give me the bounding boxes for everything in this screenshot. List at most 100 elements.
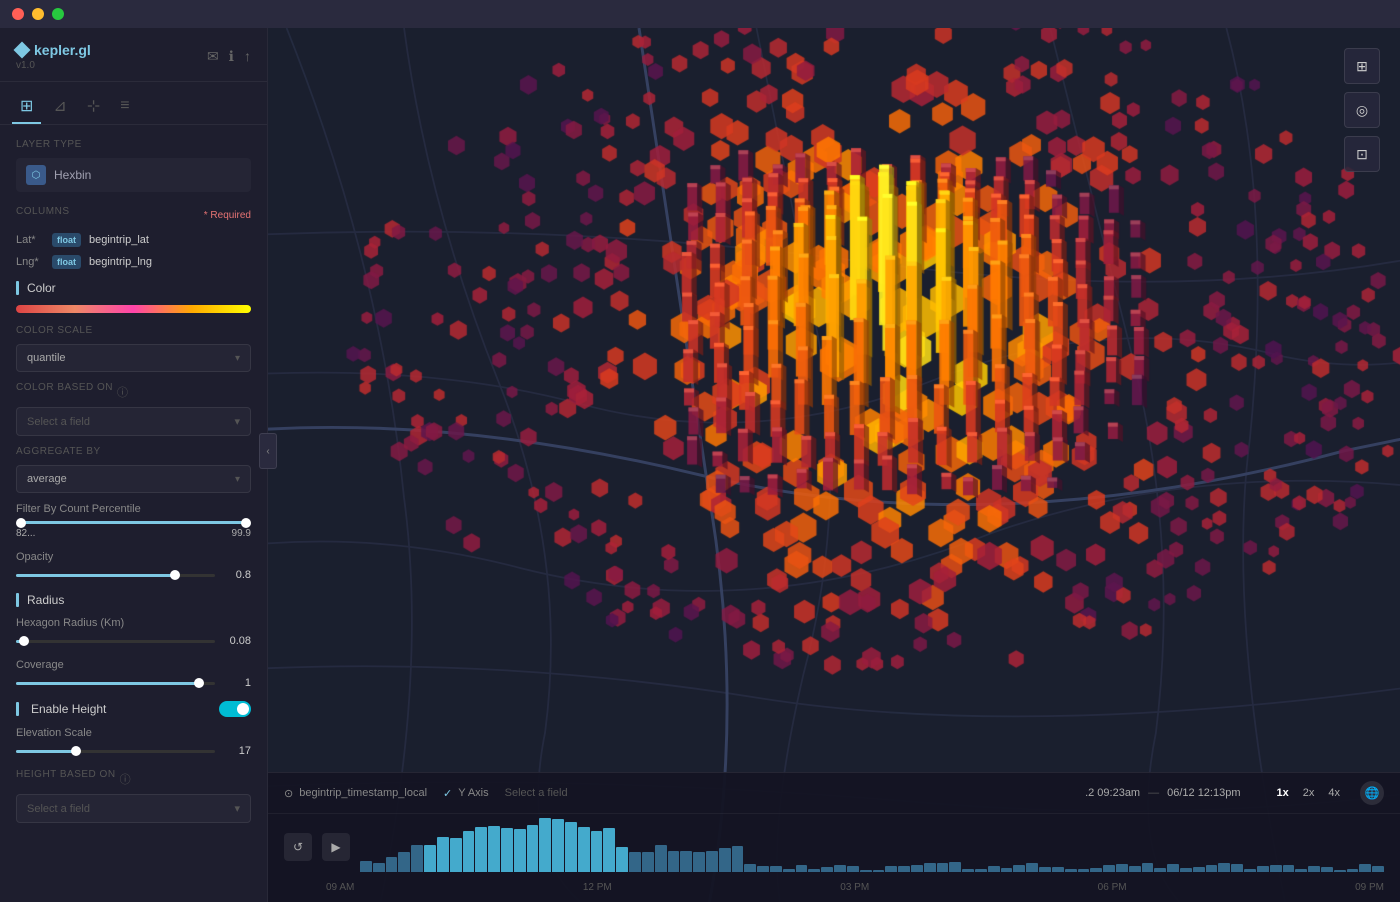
speed-1x-button[interactable]: 1x [1273, 785, 1293, 801]
opacity-thumb[interactable] [170, 570, 180, 580]
tab-map[interactable]: ≡ [112, 90, 137, 124]
tab-layers[interactable]: ⊞ [12, 90, 41, 124]
enable-height-label: Enable Height [31, 702, 106, 716]
histogram-bar [1026, 863, 1038, 873]
histogram-bar [873, 870, 885, 873]
timeline-time-range: .2 09:23am — 06/12 12:13pm [1085, 787, 1240, 799]
y-axis-select[interactable]: Select a field [505, 787, 568, 799]
histogram-bar [360, 861, 372, 873]
required-label: * Required [204, 210, 251, 221]
histogram-bar [578, 827, 590, 872]
hex-radius-section: Hexagon Radius (Km) 0.08 [16, 617, 251, 647]
speed-4x-button[interactable]: 4x [1324, 785, 1344, 801]
sidebar-collapse-button[interactable]: ‹ [259, 433, 277, 469]
color-section-label: Color [27, 281, 56, 295]
histogram-bar [1090, 868, 1102, 873]
elevation-scale-section: Elevation Scale 17 [16, 727, 251, 757]
opacity-section: Opacity 0.8 [16, 551, 251, 581]
timeline-controls-row: ↺ ▶ [268, 814, 1400, 880]
sidebar: kepler.gl v1.0 ✉ ℹ ↑ ⊞ ⊿ ⊹ ≡ Layer Type … [0, 28, 268, 902]
timeline-start-time: .2 09:23am [1085, 787, 1140, 799]
minimize-button[interactable] [32, 8, 44, 20]
color-gradient-bar[interactable] [16, 305, 251, 313]
histogram-bar [719, 848, 731, 872]
hex-radius-thumb[interactable] [19, 636, 29, 646]
layer-type-row[interactable]: ⬡ Hexbin [16, 158, 251, 192]
aggregate-by-label: Aggregate By [16, 446, 251, 457]
coverage-thumb[interactable] [194, 678, 204, 688]
opacity-label: Opacity [16, 551, 251, 563]
elevation-thumb[interactable] [71, 746, 81, 756]
play-button[interactable]: ▶ [322, 833, 350, 861]
filter-count-thumb-min[interactable] [16, 518, 26, 528]
radius-section-divider: Radius [16, 593, 251, 607]
histogram-bar [1039, 867, 1051, 872]
histogram-bar [1078, 869, 1090, 872]
histogram-bar [937, 863, 949, 872]
opacity-track[interactable] [16, 574, 215, 577]
clock-icon: ⊙ [284, 787, 293, 800]
histogram-bar [757, 866, 769, 873]
columns-header: Columns * Required [16, 206, 251, 225]
aggregate-by-dropdown[interactable]: average ▾ [16, 465, 251, 493]
filter-count-thumb-max[interactable] [241, 518, 251, 528]
map-layers-icon[interactable]: ⊡ [1344, 136, 1380, 172]
histogram-bar [911, 865, 923, 872]
info-icon[interactable]: ℹ [229, 48, 234, 65]
lng-field-value[interactable]: begintrip_lng [89, 256, 152, 268]
timeline-end-time: 06/12 12:13pm [1167, 787, 1240, 799]
filter-count-label: Filter By Count Percentile [16, 503, 251, 515]
enable-height-toggle[interactable] [219, 701, 251, 717]
hex-radius-track[interactable] [16, 640, 215, 643]
elevation-scale-value: 17 [223, 745, 251, 757]
histogram-bar [924, 863, 936, 873]
maximize-button[interactable] [52, 8, 64, 20]
close-button[interactable] [12, 8, 24, 20]
histogram-bar [1244, 869, 1256, 872]
coverage-slider-row: 1 [16, 677, 251, 689]
histogram-bar [552, 819, 564, 873]
tab-filters[interactable]: ⊿ [45, 90, 74, 124]
tab-interactions[interactable]: ⊹ [79, 90, 108, 124]
filter-count-track[interactable] [16, 521, 251, 524]
chevron-down-icon: ▾ [235, 353, 240, 364]
coverage-track[interactable] [16, 682, 215, 685]
elevation-track[interactable] [16, 750, 215, 753]
enable-height-row: Enable Height [31, 701, 251, 717]
lat-field-value[interactable]: begintrip_lat [89, 234, 149, 246]
app-version: v1.0 [16, 60, 91, 71]
color-based-on-select[interactable]: Select a field ▾ [16, 407, 251, 436]
logo-actions: ✉ ℹ ↑ [207, 48, 251, 65]
height-based-on-select[interactable]: Select a field ▾ [16, 794, 251, 823]
color-scale-dropdown[interactable]: quantile ▾ [16, 344, 251, 372]
globe-button[interactable]: 🌐 [1360, 781, 1384, 805]
window-chrome [0, 0, 1400, 28]
histogram-bar [783, 869, 795, 872]
histogram-bar [1193, 867, 1205, 872]
elevation-scale-label: Elevation Scale [16, 727, 251, 739]
histogram-bar [988, 866, 1000, 873]
histogram-bar [847, 866, 859, 872]
filter-count-section: Filter By Count Percentile 82... 99.9 [16, 503, 251, 539]
timeline-label-3pm: 03 PM [840, 882, 869, 893]
timeline-bar: ⊙ begintrip_timestamp_local ✓ Y Axis Sel… [268, 772, 1400, 902]
histogram-bar [693, 852, 705, 872]
color-based-on-info-icon: ⓘ [117, 384, 128, 400]
speed-2x-button[interactable]: 2x [1299, 785, 1319, 801]
histogram-bar [1270, 865, 1282, 872]
reset-button[interactable]: ↺ [284, 833, 312, 861]
mail-icon[interactable]: ✉ [207, 48, 219, 65]
histogram-bar [1321, 867, 1333, 872]
hex-radius-label: Hexagon Radius (Km) [16, 617, 251, 629]
map-area: ⊞ ◎ ⊡ [268, 28, 1400, 902]
grid-icon[interactable]: ⊞ [1344, 48, 1380, 84]
export-icon[interactable]: ↑ [244, 48, 251, 65]
hex-radius-value: 0.08 [223, 635, 251, 647]
histogram-bar [1154, 868, 1166, 872]
lng-field-name: Lng* [16, 256, 44, 268]
timeline-label-6pm: 06 PM [1098, 882, 1127, 893]
histogram-area [360, 822, 1384, 872]
histogram-bar [732, 846, 744, 873]
histogram-bar [1142, 863, 1154, 873]
compass-icon[interactable]: ◎ [1344, 92, 1380, 128]
